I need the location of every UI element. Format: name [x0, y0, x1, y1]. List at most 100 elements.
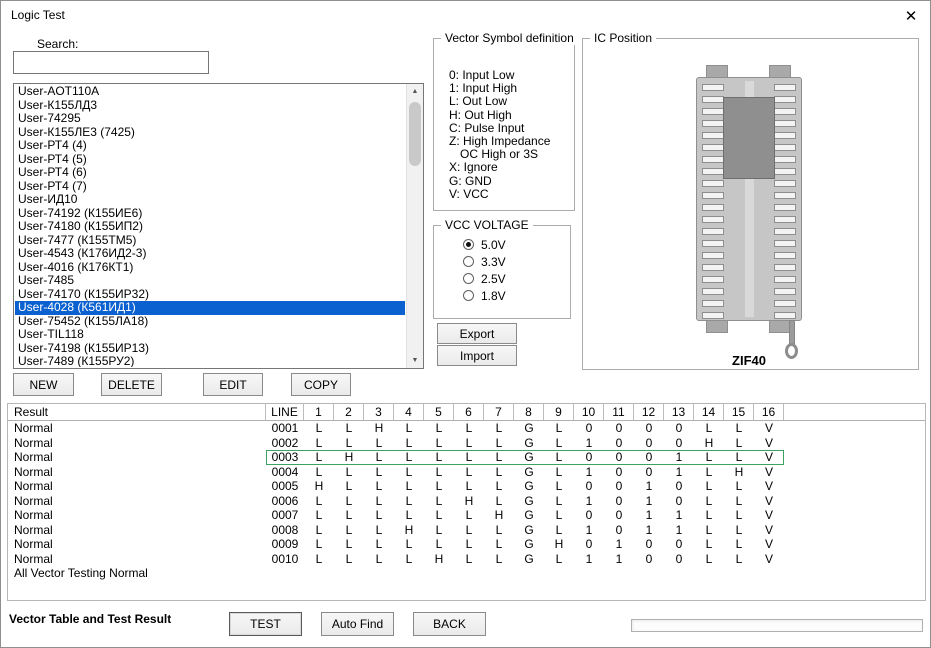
vector-cell: 1: [574, 436, 604, 451]
table-row[interactable]: Normal0007LLLLLLHGL0011LLV: [8, 508, 925, 523]
table-row[interactable]: Normal0009LLLLLLLGH0100LLV: [8, 537, 925, 552]
scroll-down-icon[interactable]: ▼: [407, 353, 423, 368]
vector-cell: L: [394, 494, 424, 509]
list-item[interactable]: User-4016 (К176КТ1): [15, 261, 405, 275]
table-row[interactable]: Normal0001LLHLLLLGL0000LLV: [8, 421, 925, 436]
pin-slot: [702, 264, 724, 271]
vcc-option-2.5V[interactable]: 2.5V: [463, 270, 506, 287]
vector-cell: L: [424, 537, 454, 552]
table-row[interactable]: Normal0002LLLLLLLGL1000HLV: [8, 436, 925, 451]
device-list[interactable]: User-AOT110AUser-К155ЛД3User-74295User-К…: [13, 83, 424, 369]
vector-cell: L: [724, 552, 754, 567]
pin-slot: [774, 120, 796, 127]
vcc-options: 5.0V3.3V2.5V1.8V: [463, 236, 506, 304]
vector-cell: L: [394, 421, 424, 436]
vector-cell: 0: [634, 465, 664, 480]
vector-cell: V: [754, 494, 784, 509]
pin-slot: [774, 168, 796, 175]
search-input[interactable]: [13, 51, 209, 74]
vector-cell: G: [514, 552, 544, 567]
pin-slot: [702, 120, 724, 127]
device-list-scrollbar[interactable]: ▲ ▼: [406, 84, 423, 368]
list-item[interactable]: User-74170 (К155ИР32): [15, 288, 405, 302]
back-button[interactable]: BACK: [413, 612, 486, 636]
list-item[interactable]: User-К155ЛЕ3 (7425): [15, 126, 405, 140]
vector-cell: L: [334, 494, 364, 509]
vector-cell: L: [304, 537, 334, 552]
radio-icon: [463, 273, 474, 284]
table-row[interactable]: Normal0006LLLLLHLGL1010LLV: [8, 494, 925, 509]
vector-cell: L: [394, 537, 424, 552]
vector-cell: L: [424, 436, 454, 451]
edit-button[interactable]: EDIT: [203, 373, 263, 396]
test-button[interactable]: TEST: [229, 612, 302, 636]
list-item[interactable]: User-74295: [15, 112, 405, 126]
table-row[interactable]: Normal0004LLLLLLLGL1001LHV: [8, 465, 925, 480]
vector-cell: H: [394, 523, 424, 538]
vector-cell: L: [544, 523, 574, 538]
vector-cell: L: [694, 537, 724, 552]
vector-cell: L: [454, 421, 484, 436]
vector-cell: L: [544, 436, 574, 451]
list-item[interactable]: User-TIL118: [15, 328, 405, 342]
vector-cell: L: [424, 508, 454, 523]
vector-cell: 1: [634, 479, 664, 494]
export-button[interactable]: Export: [437, 323, 517, 344]
list-item[interactable]: User-РТ4 (5): [15, 153, 405, 167]
pin-slot: [702, 192, 724, 199]
copy-button[interactable]: COPY: [291, 373, 351, 396]
vector-cell: G: [514, 479, 544, 494]
table-row[interactable]: Normal0008LLLHLLLGL1011LLV: [8, 523, 925, 538]
list-item[interactable]: User-74192 (К155ИЕ6): [15, 207, 405, 221]
pin-slot: [702, 204, 724, 211]
pin-slot: [774, 84, 796, 91]
list-item[interactable]: User-7489 (К155РУ2): [15, 355, 405, 367]
list-item[interactable]: User-ИД10: [15, 193, 405, 207]
list-item[interactable]: User-74180 (К155ИП2): [15, 220, 405, 234]
vcc-option-5.0V[interactable]: 5.0V: [463, 236, 506, 253]
list-item[interactable]: User-К155ЛД3: [15, 99, 405, 113]
pin-slot: [702, 300, 724, 307]
header-filler: [784, 404, 925, 420]
vector-cell: L: [424, 479, 454, 494]
vector-cell: 0: [634, 537, 664, 552]
list-item[interactable]: User-7477 (К155ТМ5): [15, 234, 405, 248]
vector-cell: 1: [574, 465, 604, 480]
list-item[interactable]: User-7485: [15, 274, 405, 288]
pin-slot: [702, 132, 724, 139]
vcc-option-3.3V[interactable]: 3.3V: [463, 253, 506, 270]
vector-cell: V: [754, 523, 784, 538]
list-item[interactable]: User-AOT110A: [15, 85, 405, 99]
vector-cell: 0: [604, 523, 634, 538]
vector-cell: L: [484, 421, 514, 436]
scroll-up-icon[interactable]: ▲: [407, 84, 423, 99]
vector-cell: L: [484, 479, 514, 494]
auto-find-button[interactable]: Auto Find: [321, 612, 394, 636]
new-button[interactable]: NEW: [13, 373, 74, 396]
vector-cell: L: [694, 552, 724, 567]
vector-cell: L: [484, 450, 514, 465]
vector-cell: L: [724, 523, 754, 538]
vcc-option-1.8V[interactable]: 1.8V: [463, 287, 506, 304]
line-cell: 0001: [266, 421, 304, 436]
vector-cell: L: [394, 436, 424, 451]
list-item[interactable]: User-РТ4 (4): [15, 139, 405, 153]
list-item[interactable]: User-75452 (К155ЛА18): [15, 315, 405, 329]
import-button[interactable]: Import: [437, 345, 517, 366]
close-icon[interactable]: ✕: [900, 5, 922, 27]
table-row[interactable]: Normal0010LLLLHLLGL1100LLV: [8, 552, 925, 567]
list-item[interactable]: User-РТ4 (6): [15, 166, 405, 180]
vector-cell: G: [514, 436, 544, 451]
vector-symbol-line: H: Out High: [449, 109, 550, 122]
table-row[interactable]: Normal0005HLLLLLLGL0010LLV: [8, 479, 925, 494]
list-item[interactable]: User-4543 (К176ИД2-3): [15, 247, 405, 261]
list-item[interactable]: User-РТ4 (7): [15, 180, 405, 194]
delete-button[interactable]: DELETE: [101, 373, 162, 396]
list-item[interactable]: User-4028 (К561ИД1): [15, 301, 405, 315]
column-header: 11: [604, 404, 634, 420]
scrollbar-thumb[interactable]: [409, 102, 421, 166]
vector-cell: L: [724, 479, 754, 494]
table-row[interactable]: Normal0003LHLLLLLGL0001LLV: [8, 450, 925, 465]
list-item[interactable]: User-74198 (К155ИР13): [15, 342, 405, 356]
line-cell: 0007: [266, 508, 304, 523]
